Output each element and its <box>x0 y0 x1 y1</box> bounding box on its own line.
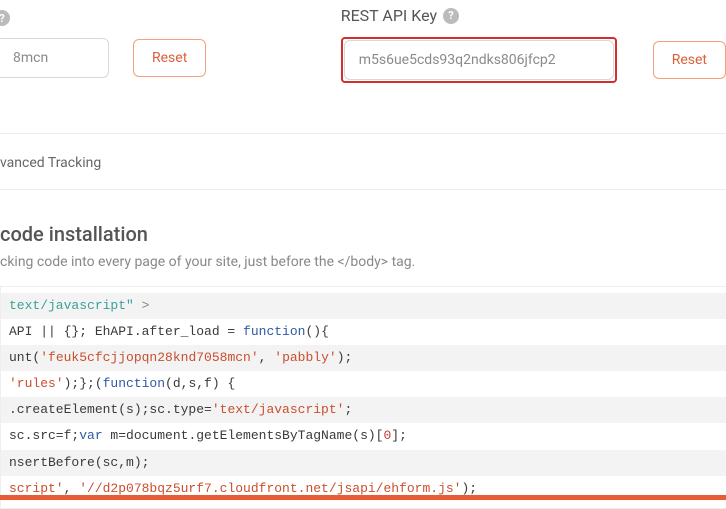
code-line: text/javascript" > <box>1 293 726 319</box>
code-installation-title: code installation <box>0 222 726 246</box>
rest-api-key-input[interactable] <box>344 40 614 80</box>
reset-button-left[interactable]: Reset <box>133 39 206 77</box>
help-icon: ? <box>0 10 10 26</box>
help-icon: ? <box>443 8 459 24</box>
code-line: .createElement(s);sc.type='text/javascri… <box>1 397 726 423</box>
code-line: 'rules');};(function(d,s,f) { <box>1 371 726 397</box>
reset-button-right[interactable]: Reset <box>653 41 726 79</box>
code-line: unt('feuk5cfcjjopqn28knd7058mcn', 'pabbl… <box>1 345 726 371</box>
api-key-input-left[interactable] <box>0 38 109 78</box>
code-line: sc.src=f;var m=document.getElementsByTag… <box>1 423 726 449</box>
bottom-bar <box>0 495 726 500</box>
rest-api-key-label: REST API Key <box>341 6 437 25</box>
highlight-box <box>341 37 617 83</box>
code-line: API || {}; EhAPI.after_load = function()… <box>1 319 726 345</box>
code-installation-subtitle: cking code into every page of your site,… <box>0 254 726 270</box>
code-block[interactable]: text/javascript" > API || {}; EhAPI.afte… <box>0 286 726 509</box>
code-line: nsertBefore(sc,m); <box>1 450 726 476</box>
advanced-tracking-text: vanced Tracking <box>0 155 101 171</box>
